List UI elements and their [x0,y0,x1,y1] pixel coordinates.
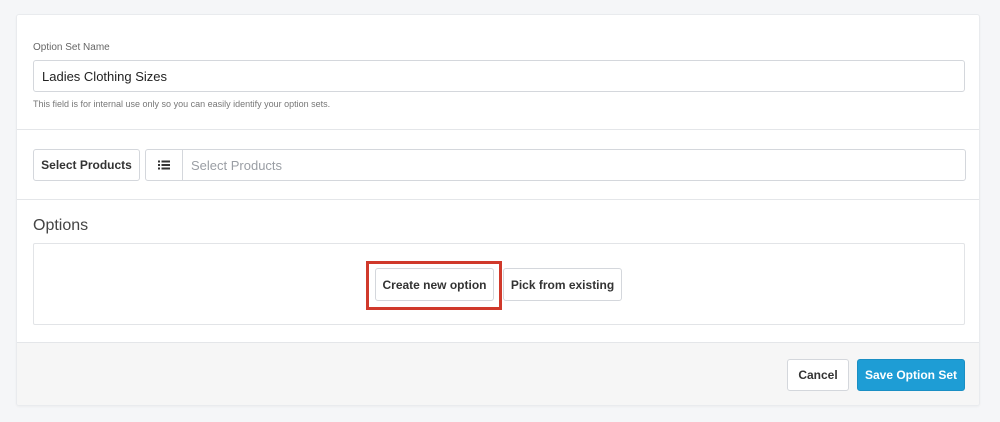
select-products-input[interactable] [183,150,965,180]
option-set-name-label: Option Set Name [33,42,110,53]
create-new-option-button[interactable]: Create new option [375,268,494,301]
option-set-name-section: Option Set Name This field is for intern… [17,15,979,130]
option-set-name-help: This field is for internal use only so y… [33,99,331,109]
options-heading: Options [33,217,89,234]
pick-from-existing-button[interactable]: Pick from existing [503,268,622,301]
list-icon[interactable] [146,150,183,180]
option-set-name-input[interactable] [33,60,965,92]
options-section: Options Create new option Pick from exis… [17,200,979,342]
form-footer: Cancel Save Option Set [17,342,979,405]
products-section: Select Products [17,130,979,200]
option-set-form: Option Set Name This field is for intern… [16,14,980,406]
save-option-set-button[interactable]: Save Option Set [857,359,965,391]
product-picker [145,149,966,181]
cancel-button[interactable]: Cancel [787,359,849,391]
select-products-button[interactable]: Select Products [33,149,140,181]
